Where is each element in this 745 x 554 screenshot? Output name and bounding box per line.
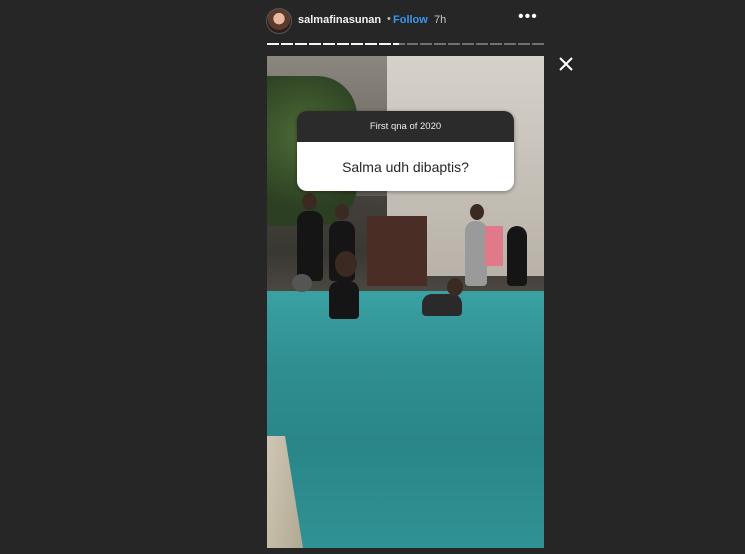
photo-person-head [447, 278, 463, 296]
progress-segment [350, 43, 363, 45]
progress-segment [322, 43, 335, 45]
progress-segment [280, 43, 293, 45]
photo-person-head [335, 251, 357, 277]
separator-dot: • [387, 13, 391, 25]
progress-segment [532, 43, 545, 45]
photo-person-in-pool [329, 281, 359, 319]
progress-segment [462, 43, 475, 45]
progress-segment [420, 43, 433, 45]
progress-segment [448, 43, 461, 45]
close-icon[interactable] [556, 54, 576, 74]
photo-person-head [335, 204, 349, 220]
follow-button[interactable]: Follow [393, 14, 428, 26]
progress-segment [378, 43, 391, 45]
progress-segment [434, 43, 447, 45]
question-sticker[interactable]: First qna of 2020 Salma udh dibaptis? [297, 111, 514, 191]
question-sticker-header: First qna of 2020 [297, 111, 514, 142]
photo-person-head [302, 193, 317, 210]
progress-segment [364, 43, 377, 45]
progress-segment [476, 43, 489, 45]
photo-person [465, 221, 487, 286]
question-sticker-text: Salma udh dibaptis? [297, 142, 514, 191]
progress-segment [504, 43, 517, 45]
photo-pool-water [267, 291, 544, 548]
more-options-icon[interactable]: ••• [518, 8, 538, 26]
story-progress-bar [267, 43, 545, 46]
photo-person [297, 211, 323, 281]
photo-person-head [292, 274, 312, 292]
progress-segment [267, 43, 279, 45]
avatar[interactable] [266, 8, 292, 34]
photo-door [367, 216, 427, 286]
post-time: 7h [434, 14, 447, 26]
progress-segment [336, 43, 349, 45]
story-header: salmafinasunan • Follow 7h ••• [266, 6, 546, 36]
progress-segment [490, 43, 503, 45]
photo-person [507, 226, 527, 286]
photo-person-in-pool [422, 294, 462, 316]
photo-pink-towel [485, 226, 503, 266]
progress-segment [294, 43, 307, 45]
progress-segment [308, 43, 321, 45]
progress-segment [392, 43, 405, 45]
progress-segment [518, 43, 531, 45]
username[interactable]: salmafinasunan [298, 14, 381, 26]
progress-segment [406, 43, 419, 45]
photo-person-head [470, 204, 484, 220]
